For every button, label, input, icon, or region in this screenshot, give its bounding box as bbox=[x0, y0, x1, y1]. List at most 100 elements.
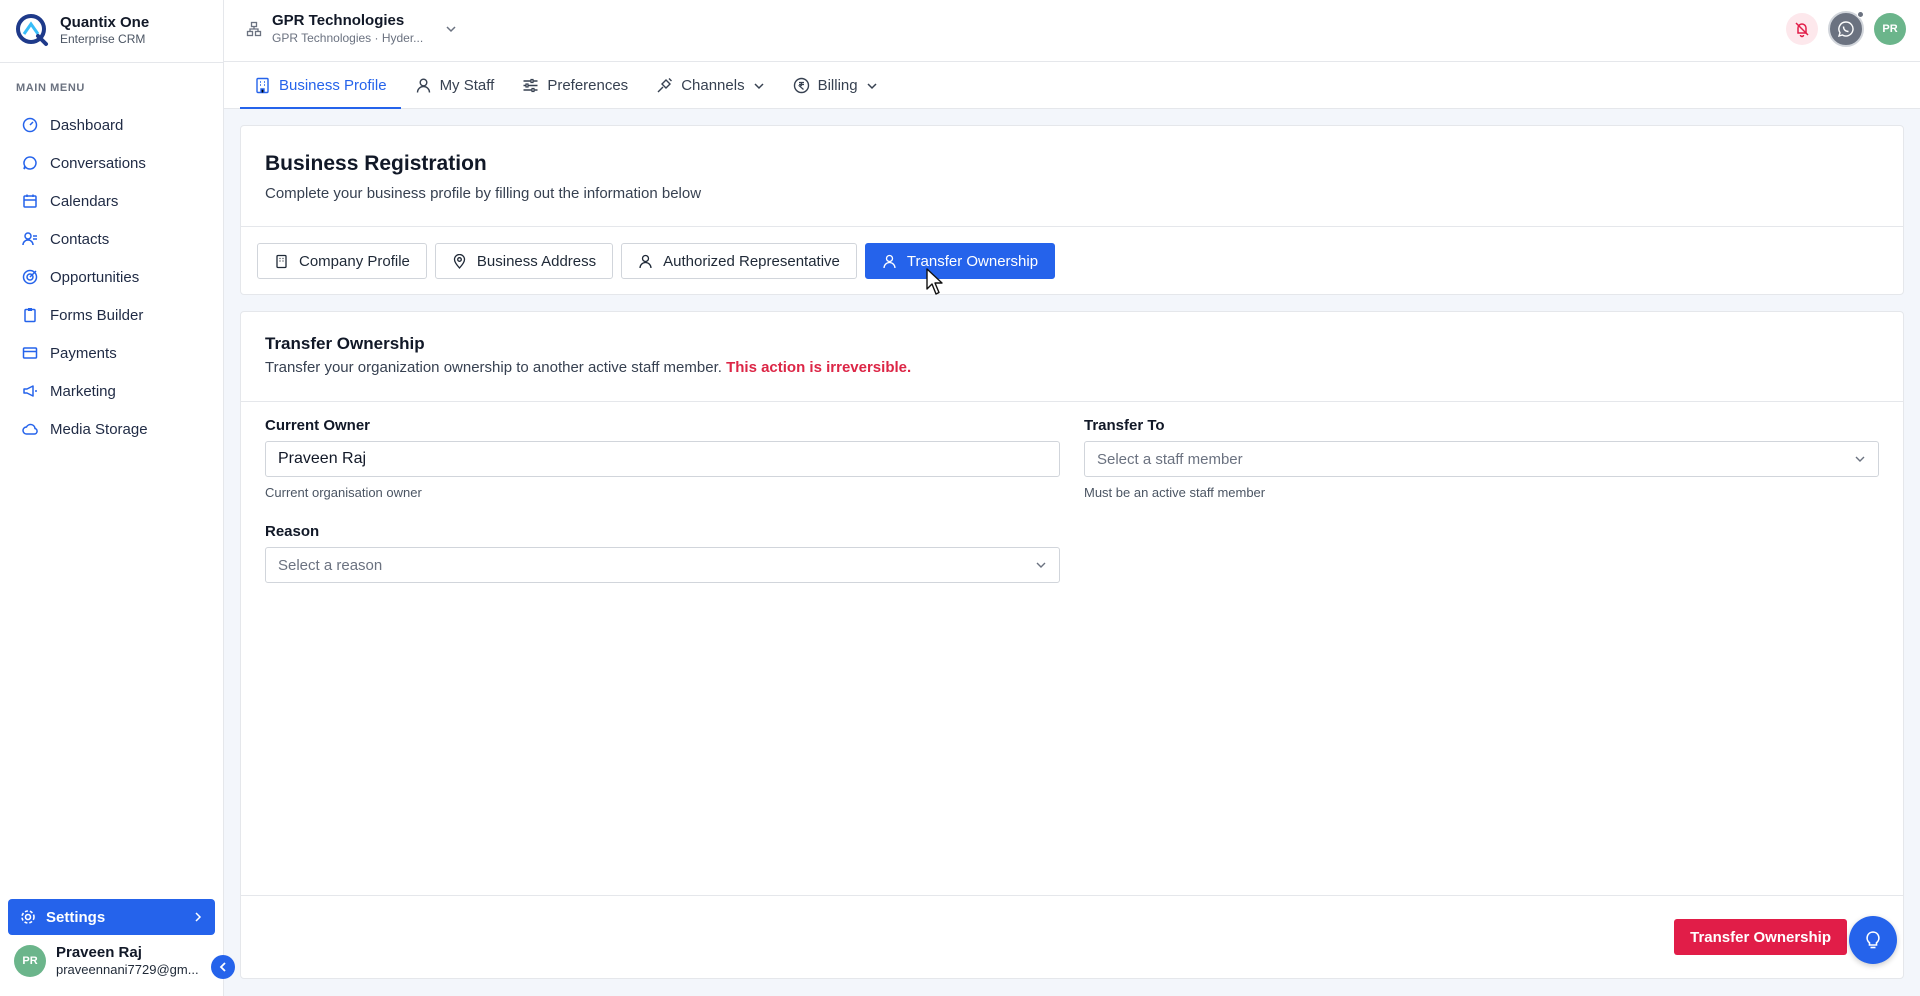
sidebar-item-label: Payments bbox=[50, 344, 117, 362]
current-owner-field[interactable]: Praveen Raj bbox=[265, 441, 1060, 477]
reason-select[interactable]: Select a reason bbox=[265, 547, 1060, 583]
section-subtitle: Transfer your organization ownership to … bbox=[265, 359, 911, 376]
building-icon bbox=[256, 77, 269, 94]
brand-divider bbox=[0, 62, 223, 63]
top-actions: PR bbox=[1786, 11, 1906, 47]
divider bbox=[241, 226, 1903, 227]
user-icon bbox=[883, 254, 896, 268]
bell-off-icon bbox=[1795, 22, 1809, 38]
user-name: Praveen Raj bbox=[56, 944, 142, 961]
sidebar-item-label: Opportunities bbox=[50, 268, 140, 286]
tab-label: Billing bbox=[817, 77, 858, 94]
contacts-icon bbox=[22, 232, 37, 246]
irreversible-warning: This action is irreversible. bbox=[726, 359, 912, 376]
topbar: GPR Technologies GPR Technologies · Hyde… bbox=[224, 0, 1920, 62]
sidebar-item-calendars[interactable]: Calendars bbox=[0, 182, 224, 220]
menu-title: MAIN MENU bbox=[16, 82, 85, 94]
sidebar-item-opportunities[interactable]: Opportunities bbox=[0, 258, 224, 296]
collapse-sidebar-button[interactable] bbox=[211, 955, 235, 979]
mouse-cursor-icon bbox=[926, 268, 943, 295]
current-owner-label: Current Owner bbox=[265, 417, 371, 434]
transfer-to-hint: Must be an active staff member bbox=[1084, 485, 1266, 500]
quantix-logo-icon bbox=[16, 14, 48, 46]
main-menu: Dashboard Conversations Calendars Contac… bbox=[0, 106, 224, 448]
sidebar-item-label: Conversations bbox=[50, 154, 146, 172]
subtab-label: Business Address bbox=[476, 252, 597, 270]
transfer-to-label: Transfer To bbox=[1084, 417, 1165, 434]
chevron-down-icon bbox=[1855, 456, 1865, 462]
sidebar-item-dashboard[interactable]: Dashboard bbox=[0, 106, 224, 144]
reason-label: Reason bbox=[265, 523, 320, 540]
footer-divider bbox=[241, 895, 1903, 896]
subtab-authorized-representative[interactable]: Authorized Representative bbox=[621, 243, 857, 279]
tab-label: Channels bbox=[681, 77, 745, 94]
sidebar: Quantix One Enterprise CRM MAIN MENU Das… bbox=[0, 0, 224, 996]
tab-label: My Staff bbox=[439, 77, 495, 94]
sidebar-item-media-storage[interactable]: Media Storage bbox=[0, 410, 224, 448]
transfer-ownership-button[interactable]: Transfer Ownership bbox=[1674, 919, 1847, 955]
subtab-company-profile[interactable]: Company Profile bbox=[257, 243, 427, 279]
sidebar-item-marketing[interactable]: Marketing bbox=[0, 372, 224, 410]
page-title: Business Registration bbox=[265, 152, 487, 175]
cloud-icon bbox=[22, 423, 38, 435]
whatsapp-icon bbox=[1837, 21, 1854, 38]
sidebar-item-label: Media Storage bbox=[50, 420, 148, 438]
transfer-to-placeholder: Select a staff member bbox=[1097, 450, 1243, 468]
subtab-business-address[interactable]: Business Address bbox=[434, 243, 614, 279]
building-icon bbox=[276, 254, 287, 268]
org-name: GPR Technologies bbox=[272, 12, 405, 29]
subtab-label: Authorized Representative bbox=[663, 252, 840, 270]
whatsapp-button[interactable] bbox=[1828, 11, 1864, 47]
sliders-icon bbox=[523, 78, 538, 93]
subtab-label: Transfer Ownership bbox=[906, 252, 1039, 270]
avatar: PR bbox=[14, 944, 46, 977]
tab-billing[interactable]: Billing bbox=[779, 62, 892, 109]
sidebar-item-label: Calendars bbox=[50, 192, 119, 210]
brand[interactable]: Quantix One Enterprise CRM bbox=[14, 12, 149, 48]
user-icon bbox=[416, 78, 430, 93]
tab-my-staff[interactable]: My Staff bbox=[401, 62, 509, 109]
transfer-to-select[interactable]: Select a staff member bbox=[1084, 441, 1879, 477]
brand-name: Quantix One bbox=[60, 14, 150, 31]
sidebar-item-label: Forms Builder bbox=[50, 306, 144, 324]
lightbulb-icon bbox=[1866, 931, 1880, 949]
business-registration-card: Business Registration Complete your busi… bbox=[240, 125, 1904, 295]
gear-icon bbox=[21, 910, 35, 924]
reason-placeholder: Select a reason bbox=[278, 556, 383, 574]
section-title: Transfer Ownership bbox=[265, 334, 425, 353]
plug-icon bbox=[657, 78, 673, 93]
sidebar-item-payments[interactable]: Payments bbox=[0, 334, 224, 372]
sidebar-item-contacts[interactable]: Contacts bbox=[0, 220, 224, 258]
settings-button[interactable]: Settings bbox=[8, 899, 215, 935]
chevron-right-icon bbox=[195, 912, 202, 922]
sidebar-item-label: Dashboard bbox=[50, 116, 124, 134]
tab-channels[interactable]: Channels bbox=[642, 62, 778, 109]
organization-icon bbox=[246, 21, 262, 36]
sidebar-item-label: Marketing bbox=[50, 382, 116, 400]
user-profile[interactable]: PR Praveen Raj praveennani7729@gm... bbox=[14, 944, 214, 977]
chat-icon bbox=[23, 156, 37, 170]
subtab-label: Company Profile bbox=[299, 252, 410, 270]
notifications-button[interactable] bbox=[1786, 13, 1818, 45]
tab-preferences[interactable]: Preferences bbox=[508, 62, 642, 109]
divider bbox=[241, 401, 1903, 402]
chevron-down-icon bbox=[754, 82, 764, 89]
map-pin-icon bbox=[453, 253, 466, 269]
help-button[interactable] bbox=[1849, 916, 1897, 964]
target-icon bbox=[22, 269, 38, 285]
rupee-coin-icon bbox=[793, 77, 809, 94]
section-description: Transfer your organization ownership to … bbox=[265, 359, 727, 376]
sidebar-item-conversations[interactable]: Conversations bbox=[0, 144, 224, 182]
tab-business-profile[interactable]: Business Profile bbox=[240, 62, 401, 109]
org-subtitle: GPR Technologies · Hyder... bbox=[272, 31, 424, 45]
subtab-transfer-ownership[interactable]: Transfer Ownership bbox=[864, 243, 1056, 279]
chevron-down-icon bbox=[446, 25, 456, 32]
chevron-down-icon bbox=[867, 82, 877, 89]
sidebar-item-forms-builder[interactable]: Forms Builder bbox=[0, 296, 224, 334]
organization-switcher[interactable]: GPR Technologies GPR Technologies · Hyde… bbox=[246, 12, 457, 45]
dashboard-icon bbox=[22, 117, 38, 133]
page-subtitle: Complete your business profile by fillin… bbox=[265, 185, 702, 202]
header-avatar[interactable]: PR bbox=[1874, 13, 1906, 45]
transfer-ownership-card: Transfer Ownership Transfer your organiz… bbox=[240, 311, 1904, 979]
tab-label: Preferences bbox=[547, 77, 629, 94]
